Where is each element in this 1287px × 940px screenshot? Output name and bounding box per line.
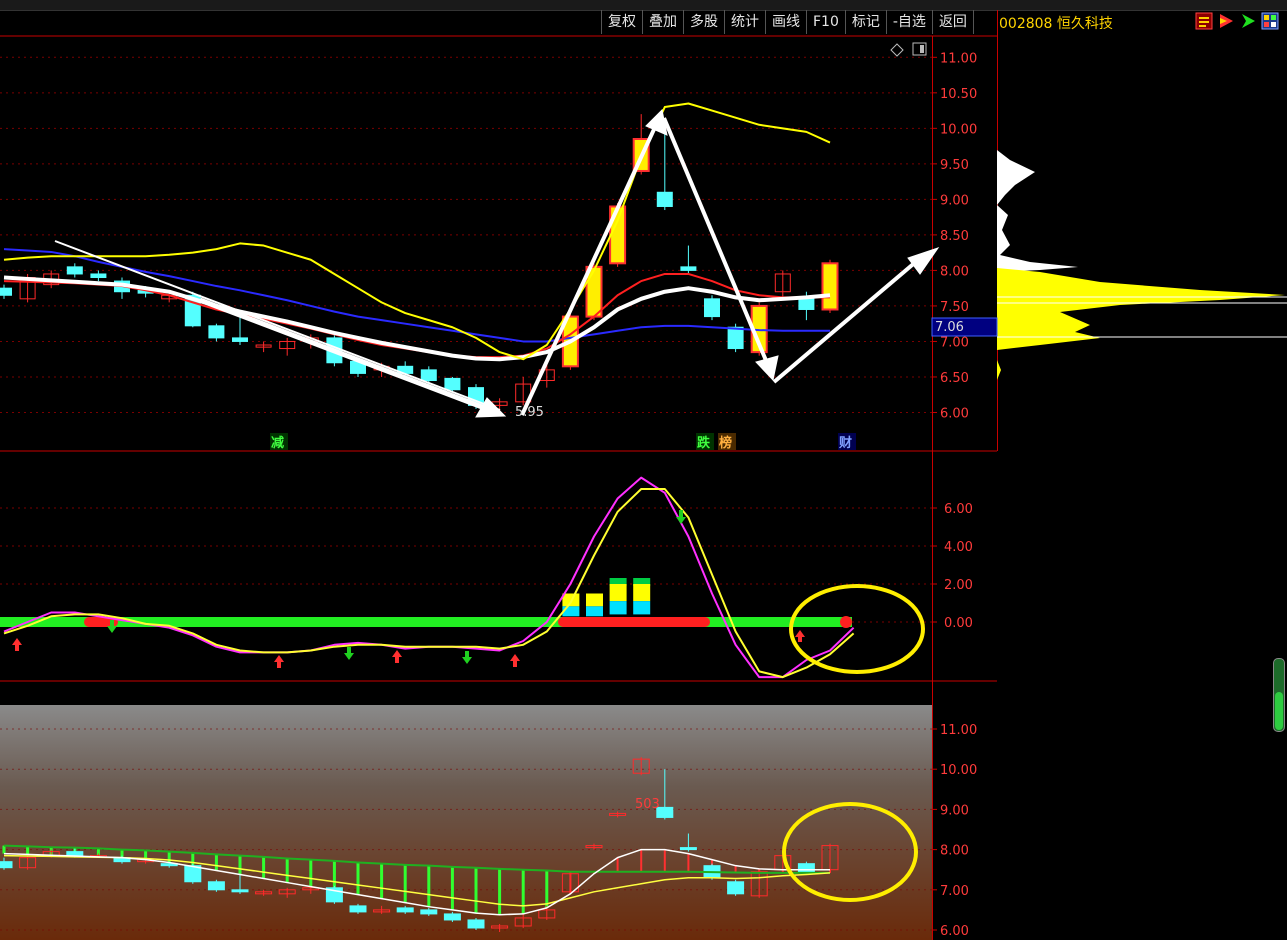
drawn-arrows (54, 108, 940, 418)
bottom-candle-body (797, 863, 815, 873)
signal-labels: 减 跌 榜 财 (270, 433, 856, 451)
current-price-label: 7.06 (935, 320, 964, 335)
price-axis-label: 6.00 (940, 406, 969, 421)
bottom-candle-body (443, 913, 461, 921)
price-candle-body (66, 266, 83, 275)
signal-jian: 减 (271, 435, 284, 451)
price-candles (0, 114, 839, 417)
bottom-candle-body (396, 907, 414, 913)
signal-bang: 榜 (719, 435, 732, 451)
price-axis-label: 6.50 (940, 371, 969, 386)
indicator-yellow-line (3, 488, 855, 679)
indicator-bar-seg (609, 601, 627, 615)
price-axis-label: 8.00 (940, 264, 969, 279)
bottom-candle-body (66, 851, 84, 857)
price-candle-body (798, 298, 815, 310)
price-candle-body (420, 369, 437, 382)
current-price-tag: 7.06 (931, 317, 998, 337)
price-axis-label: 7.50 (940, 300, 969, 315)
window-toggle-icon[interactable] (912, 42, 927, 56)
price-candle-body (727, 326, 744, 350)
bottom-panel-background (0, 705, 932, 940)
indicator-bar-seg (633, 584, 651, 602)
price-low-marker: 5.95 (515, 405, 544, 420)
price-candle-body (208, 325, 225, 339)
price-candle-body (444, 377, 461, 391)
indicator-axis-labels: 6.00 4.00 2.00 0.00 (932, 502, 973, 631)
ma-yellow-line (3, 102, 831, 361)
indicator-bar-seg (633, 601, 651, 615)
panel-tool-icons (890, 42, 927, 57)
indicator-gridlines (0, 507, 932, 623)
chart-canvas: 5.95 7.06 减 跌 榜 财 503 11.0010.5010.009.5… (0, 10, 1287, 940)
indicator-axis-label: 0.00 (944, 616, 973, 631)
indicator-axis-label: 2.00 (944, 578, 973, 593)
indicator-bar-seg (562, 606, 580, 617)
price-axis-label: 9.00 (940, 193, 969, 208)
price-axis-labels: 11.00 10.50 10.00 9.50 9.00 8.50 8.00 7.50 7.00 6… (932, 51, 977, 421)
bottom-candle-body (349, 905, 367, 913)
bottom-axis-label: 11.00 (940, 723, 977, 738)
signal-cai: 财 (839, 435, 852, 451)
price-axis-label: 7.00 (940, 335, 969, 350)
bottom-candle-body (467, 919, 485, 929)
bottom-axis-label: 10.00 (940, 763, 977, 778)
price-axis-label: 8.50 (940, 229, 969, 244)
bottom-candle-body (727, 881, 745, 895)
bottom-axis-label: 7.00 (940, 884, 969, 899)
price-candle-body (656, 191, 673, 207)
bottom-axis-label: 9.00 (940, 803, 969, 818)
indicator-bar-seg (586, 593, 603, 607)
indicator-axis-label: 4.00 (944, 540, 973, 555)
indicator-axis-label: 6.00 (944, 502, 973, 517)
price-candle-highlight (821, 262, 839, 311)
bottom-candle-body (0, 861, 13, 869)
chip-distribution-profile (997, 150, 1287, 380)
bottom-candle-body (420, 909, 438, 915)
bottom-axis-labels: 11.00 10.00 9.00 8.00 7.00 6.00 (932, 723, 977, 939)
price-candle-body (0, 287, 12, 296)
bottom-candle-body (207, 881, 225, 891)
price-axis-label: 11.00 (940, 51, 977, 66)
signal-die: 跌 (697, 435, 711, 451)
bottom-candle-body (679, 847, 697, 851)
price-candle-body (90, 273, 107, 279)
price-candle-body (680, 266, 697, 271)
diamond-icon[interactable] (890, 43, 904, 57)
ma-blue-line (3, 248, 830, 343)
price-axis-label: 10.00 (940, 122, 977, 137)
bottom-axis-label: 6.00 (940, 924, 969, 939)
bottom-annotation-label: 503 (635, 797, 660, 812)
price-axis-label: 9.50 (940, 158, 969, 173)
indicator-bar-seg (609, 584, 627, 602)
price-candle-body (704, 298, 720, 318)
bottom-axis-label: 8.00 (940, 844, 969, 859)
price-axis-label: 10.50 (940, 87, 977, 102)
low-price-label: 5.95 (515, 405, 544, 420)
panel-frames (0, 10, 998, 940)
vertical-scroll-handle[interactable] (1273, 658, 1285, 732)
indicator-bar-seg (586, 606, 603, 617)
price-moving-averages (3, 102, 831, 362)
price-candle-body (232, 337, 248, 342)
bottom-candle-body (231, 889, 249, 893)
